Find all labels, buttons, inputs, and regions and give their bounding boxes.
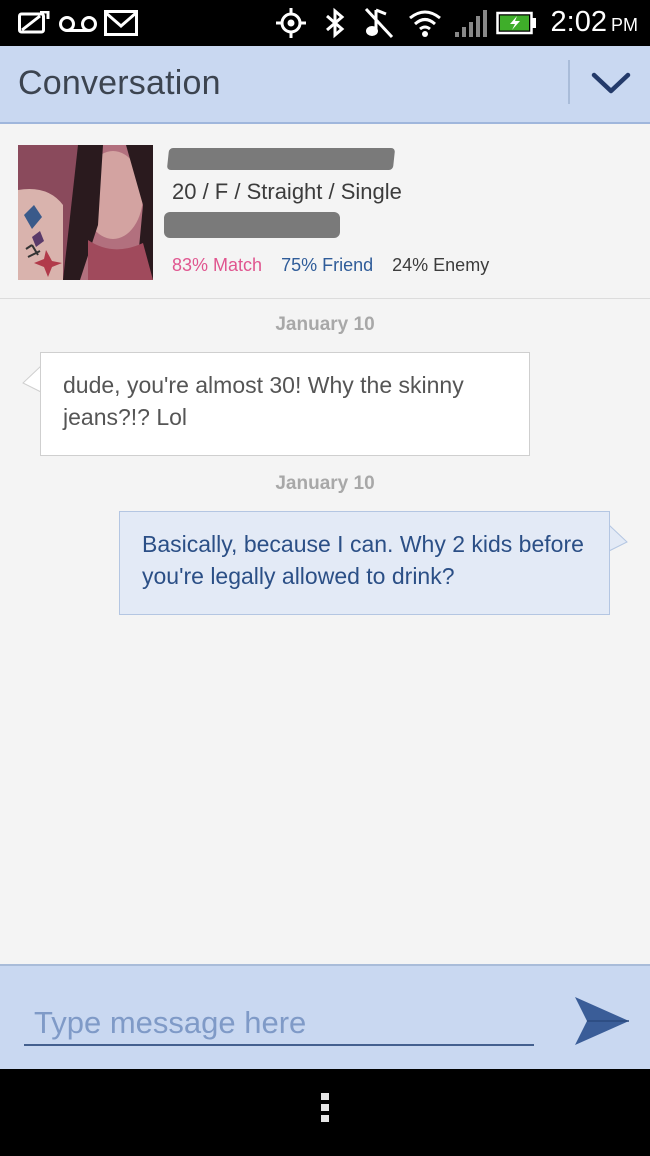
compatibility-stats: 83% Match 75% Friend 24% Enemy bbox=[172, 255, 503, 276]
page-title: Conversation bbox=[18, 64, 221, 102]
no-sound-icon bbox=[364, 7, 394, 39]
no-sim-icon bbox=[18, 11, 50, 34]
system-nav-bar bbox=[0, 1069, 650, 1156]
app-header: Conversation bbox=[0, 46, 650, 124]
send-icon bbox=[575, 997, 629, 1045]
signal-icon bbox=[455, 10, 487, 37]
incoming-bubble-tail bbox=[22, 365, 42, 393]
outgoing-message[interactable]: Basically, because I can. Why 2 kids bef… bbox=[119, 511, 610, 615]
gmail-icon bbox=[104, 10, 138, 36]
profile-details: 20 / F / Straight / Single bbox=[172, 179, 402, 204]
conversation-content: 20 / F / Straight / Single 83% Match 75%… bbox=[0, 124, 650, 964]
match-percent: 83% Match bbox=[172, 255, 263, 275]
avatar[interactable] bbox=[18, 145, 153, 280]
voicemail-icon bbox=[59, 16, 97, 32]
enemy-percent: 24% Enemy bbox=[392, 255, 490, 275]
friend-percent: 75% Friend bbox=[281, 255, 374, 275]
profile-card[interactable]: 20 / F / Straight / Single 83% Match 75%… bbox=[0, 124, 650, 299]
username-redacted bbox=[166, 148, 396, 170]
message-composer bbox=[0, 964, 650, 1069]
battery-charging-icon bbox=[496, 11, 536, 35]
outgoing-bubble-tail bbox=[608, 524, 628, 552]
message-input[interactable] bbox=[24, 1002, 534, 1046]
message-date: January 10 bbox=[275, 473, 375, 494]
gps-icon bbox=[276, 8, 306, 38]
clock: 2:02 PM bbox=[550, 6, 638, 38]
bluetooth-icon bbox=[326, 7, 345, 39]
incoming-message[interactable]: dude, you're almost 30! Why the skinny j… bbox=[40, 352, 530, 456]
conversation-menu-button[interactable] bbox=[572, 46, 650, 122]
status-bar: 2:02 PM bbox=[0, 0, 650, 46]
location-redacted bbox=[164, 212, 340, 238]
send-button[interactable] bbox=[568, 988, 634, 1054]
wifi-icon bbox=[409, 10, 441, 37]
overflow-menu-icon[interactable] bbox=[319, 1093, 331, 1133]
header-divider bbox=[568, 60, 570, 104]
chevron-down-icon bbox=[591, 72, 631, 94]
message-date: January 10 bbox=[275, 314, 375, 335]
